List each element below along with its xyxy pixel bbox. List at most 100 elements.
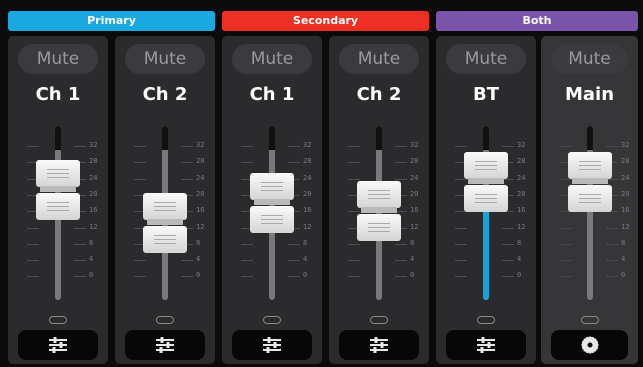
scale-label: 0 <box>303 271 308 280</box>
scale-label: 12 <box>410 222 419 231</box>
signal-indicator <box>156 316 174 324</box>
sliders-icon <box>49 337 67 353</box>
scale-label: 32 <box>410 141 419 149</box>
scale-label: 8 <box>410 238 415 247</box>
fader-neck <box>254 198 290 205</box>
scale-tick <box>395 178 407 180</box>
fader-cap <box>143 192 187 220</box>
fader-cap <box>568 152 612 180</box>
scale-tick <box>606 227 618 229</box>
channel-settings-button[interactable] <box>18 330 98 360</box>
scale-tick <box>455 243 467 245</box>
scale-label: 16 <box>196 206 205 215</box>
main-strip: Mute Main 32 28 24 20 16 12 8 4 0 <box>541 36 638 364</box>
fader-track-top <box>269 126 275 150</box>
scale-tick <box>455 227 467 229</box>
channel-strip: Mute BT 32 28 24 20 16 12 8 4 0 <box>436 36 536 364</box>
scale-tick <box>241 243 253 245</box>
fader-handle[interactable] <box>36 160 80 221</box>
scale-tick <box>502 276 514 278</box>
scale-tick <box>348 146 360 147</box>
scale-label: 16 <box>621 206 630 215</box>
fader-cap <box>143 225 187 253</box>
channel-strip: Mute Ch 1 32 28 24 20 16 12 8 4 0 <box>8 36 108 364</box>
sliders-icon <box>370 337 388 353</box>
fader-handle[interactable] <box>568 152 612 213</box>
scale-label: 28 <box>303 157 312 166</box>
settings-button[interactable] <box>551 330 628 360</box>
mute-button[interactable]: Mute <box>339 44 419 74</box>
scale-tick <box>395 260 407 262</box>
group-primary: Primary <box>8 11 215 31</box>
fader-cap <box>250 172 294 200</box>
group-secondary: Secondary <box>222 11 429 31</box>
scale-tick <box>181 162 193 164</box>
fader-neck <box>361 206 397 213</box>
fader-cap <box>357 213 401 241</box>
fader-neck <box>40 186 76 193</box>
scale-label: 0 <box>517 271 522 280</box>
scale-tick <box>606 260 618 262</box>
channel-name: Ch 2 <box>142 84 188 105</box>
fader-handle[interactable] <box>143 192 187 253</box>
scale-tick <box>348 243 360 245</box>
scale-tick <box>502 243 514 245</box>
scale-tick <box>74 276 86 278</box>
scale-tick <box>288 260 300 262</box>
scale-label: 20 <box>621 189 630 198</box>
scale-label: 8 <box>303 238 308 247</box>
scale-label: 8 <box>621 238 626 247</box>
sliders-icon <box>156 337 174 353</box>
scale-label: 24 <box>410 173 419 182</box>
scale-label: 24 <box>196 173 205 182</box>
scale-tick <box>502 260 514 262</box>
gear-icon <box>581 336 598 354</box>
scale-tick <box>288 146 300 147</box>
scale-tick <box>134 146 146 147</box>
scale-label: 16 <box>410 206 419 215</box>
scale-label: 4 <box>196 255 201 264</box>
scale-tick <box>502 227 514 229</box>
scale-tick <box>606 146 618 147</box>
scale-tick <box>241 276 253 278</box>
channel-settings-button[interactable] <box>125 330 205 360</box>
scale-tick <box>27 276 39 278</box>
scale-label: 8 <box>517 238 522 247</box>
mute-button[interactable]: Mute <box>232 44 312 74</box>
scale-tick <box>288 162 300 164</box>
mute-button[interactable]: Mute <box>18 44 98 74</box>
mute-button[interactable]: Mute <box>551 44 628 74</box>
scale-label: 28 <box>89 157 98 166</box>
fader-track-top <box>483 126 489 150</box>
scale-label: 4 <box>89 255 94 264</box>
scale-tick <box>74 260 86 262</box>
scale-label: 16 <box>517 206 526 215</box>
fader-cap <box>568 185 612 213</box>
channel-settings-button[interactable] <box>232 330 312 360</box>
channel-settings-button[interactable] <box>446 330 526 360</box>
scale-label: 12 <box>303 222 312 231</box>
sliders-icon <box>263 337 281 353</box>
scale-label: 0 <box>410 271 415 280</box>
fader-handle[interactable] <box>357 180 401 241</box>
mute-button[interactable]: Mute <box>125 44 205 74</box>
scale-tick <box>455 260 467 262</box>
scale-tick <box>27 227 39 229</box>
scale-label: 4 <box>517 255 522 264</box>
channel-settings-button[interactable] <box>339 330 419 360</box>
scale-tick <box>559 243 571 245</box>
scale-tick <box>348 178 360 180</box>
scale-tick <box>134 162 146 164</box>
scale-tick <box>606 243 618 245</box>
scale-tick <box>181 260 193 262</box>
fader-handle[interactable] <box>464 152 508 213</box>
channel-name: Ch 1 <box>35 84 81 105</box>
fader-track-top <box>55 126 61 150</box>
scale-tick <box>241 162 253 164</box>
fader-cap <box>464 152 508 180</box>
scale-tick <box>134 260 146 262</box>
mute-button[interactable]: Mute <box>446 44 526 74</box>
fader-handle[interactable] <box>250 172 294 233</box>
scale-tick <box>288 243 300 245</box>
scale-label: 12 <box>196 222 205 231</box>
